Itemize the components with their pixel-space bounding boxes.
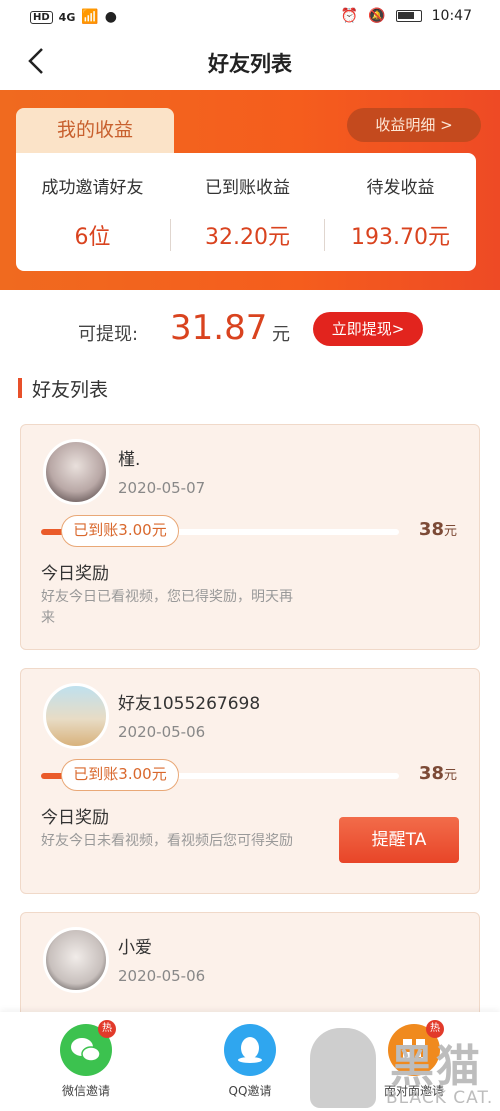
battery-icon — [395, 10, 422, 22]
progress-chip: 已到账3.00元 — [61, 515, 179, 547]
friend-date: 2020-05-06 — [118, 723, 206, 741]
message-icon: ● — [104, 9, 118, 25]
hot-badge: 热 — [98, 1020, 116, 1038]
stat-label: 成功邀请好友 — [41, 178, 144, 198]
section-marker — [18, 378, 22, 398]
avatar — [43, 683, 109, 749]
reward-title: 今日奖励 — [41, 564, 109, 584]
total-unit: 元 — [443, 768, 457, 783]
reward-title: 今日奖励 — [41, 808, 109, 828]
qq-invite-label: QQ邀请 — [228, 1084, 272, 1098]
reward-text: 好友今日已看视频，您已得奖励，明天再来 — [41, 589, 293, 626]
remind-button[interactable]: 提醒TA — [339, 817, 459, 863]
earnings-detail-button[interactable]: 收益明细 > — [347, 108, 481, 142]
nav-bar: 好友列表 — [0, 36, 500, 90]
hd-icon: HD — [30, 10, 53, 24]
friend-name: 槿. — [118, 450, 141, 470]
friend-name: 好友1055267698 — [118, 694, 261, 714]
mute-icon: 🔕 — [368, 8, 386, 24]
progress-total: 38元 — [419, 519, 457, 540]
progress-chip: 已到账3.00元 — [61, 759, 179, 791]
status-bar: HD 4G 📶 ● ⏰ 🔕 10:47 — [0, 0, 500, 36]
stat-label: 已到账收益 — [205, 178, 290, 198]
avatar — [43, 439, 109, 505]
wechat-invite-button[interactable]: 热 微信邀请 — [26, 1020, 146, 1099]
stat-received: 已到账收益 32.20元 — [171, 153, 324, 271]
wifi-icon: 📶 — [81, 9, 99, 25]
stat-value: 6位 — [74, 225, 111, 250]
total-unit: 元 — [443, 524, 457, 539]
cat-logo-icon — [310, 1028, 376, 1108]
avatar — [43, 927, 109, 993]
stat-value: 32.20元 — [205, 225, 290, 250]
stat-invited: 成功邀请好友 6位 — [16, 153, 169, 271]
progress-total: 38元 — [419, 763, 457, 784]
qq-invite-button[interactable]: QQ邀请 — [190, 1024, 310, 1099]
friend-date: 2020-05-06 — [118, 967, 206, 985]
stat-value: 193.70元 — [351, 225, 450, 250]
qq-glyph — [238, 1037, 262, 1063]
total-value: 38 — [418, 519, 444, 540]
withdraw-unit: 元 — [272, 324, 290, 345]
reward-text: 好友今日未看视频，看视频后您可得奖励 — [41, 833, 293, 849]
watermark-cn: 黑猫 — [390, 1041, 482, 1092]
friend-card[interactable]: 好友1055267698 2020-05-06 已到账3.00元 38元 今日奖… — [20, 668, 480, 894]
withdraw-label: 可提现: — [78, 324, 139, 345]
stat-label: 待发收益 — [366, 178, 435, 198]
signal-icon: 4G — [58, 10, 76, 24]
stat-pending: 待发收益 193.70元 — [325, 153, 476, 271]
wechat-invite-label: 微信邀请 — [61, 1084, 110, 1098]
tab-my-earnings[interactable]: 我的收益 — [16, 108, 174, 154]
wechat-icon: 热 — [60, 1020, 116, 1076]
status-time: 10:47 — [431, 8, 472, 24]
watermark: 黑猫 BLACK CAT. — [310, 1022, 500, 1111]
withdraw-amount: 31.87 — [170, 308, 268, 348]
page-title: 好友列表 — [208, 52, 292, 76]
total-value: 38 — [418, 763, 444, 784]
withdraw-button[interactable]: 立即提现> — [313, 312, 423, 346]
friend-date: 2020-05-07 — [118, 479, 206, 497]
alarm-icon: ⏰ — [340, 8, 359, 24]
friend-name: 小爱 — [118, 938, 152, 958]
watermark-en: BLACK CAT. — [386, 1088, 494, 1108]
qq-icon — [224, 1024, 276, 1076]
section-title: 好友列表 — [32, 379, 109, 401]
earnings-card: 成功邀请好友 6位 已到账收益 32.20元 待发收益 193.70元 — [16, 153, 476, 271]
friend-card[interactable]: 槿. 2020-05-07 已到账3.00元 38元 今日奖励 好友今日已看视频… — [20, 424, 480, 650]
withdraw-row: 可提现: 31.87 元 立即提现> — [0, 306, 500, 356]
